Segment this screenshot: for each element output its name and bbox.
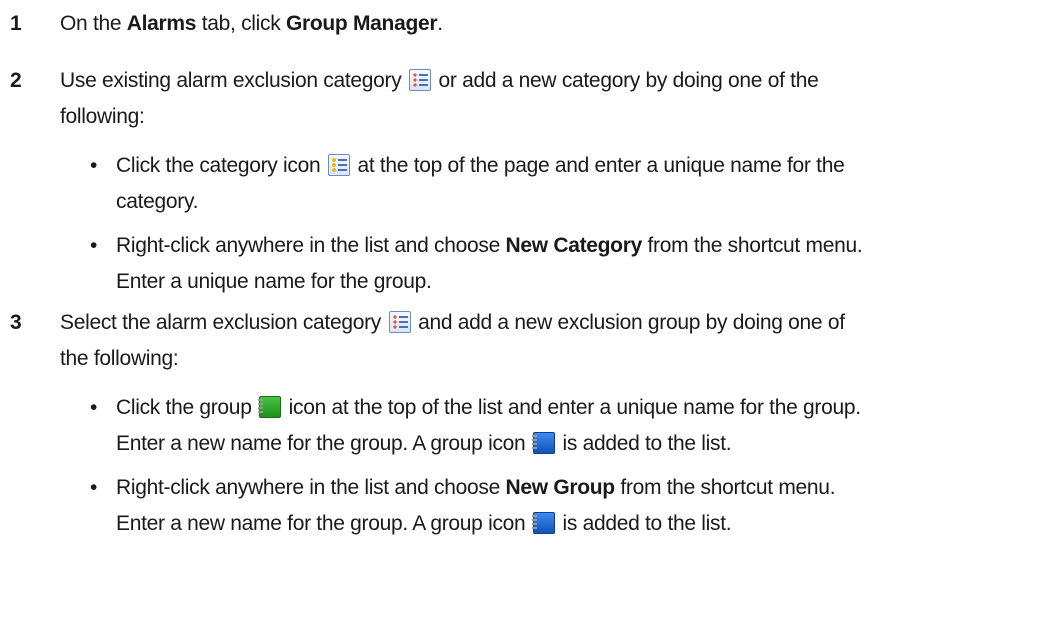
line: Use existing alarm exclusion category or… xyxy=(60,63,1022,99)
new-group-label: New Group xyxy=(505,476,616,499)
alarms-tab-label: Alarms xyxy=(126,12,197,35)
line: Click the group icon at the top of the l… xyxy=(116,390,1032,426)
instruction-document: 1 On the Alarms tab, click Group Manager… xyxy=(0,0,1052,620)
text: at the top of the page and enter a uniqu… xyxy=(351,154,845,177)
step-text: Select the alarm exclusion category and … xyxy=(60,305,1022,377)
alarm-exclusion-category-icon xyxy=(388,311,411,333)
text: Enter a new name for the group. A group … xyxy=(116,432,531,455)
text: Right-click anywhere in the list and cho… xyxy=(116,476,506,499)
bullet-glyph: • xyxy=(90,396,98,419)
text: from the shortcut menu. xyxy=(614,476,836,499)
group-icon xyxy=(531,512,555,534)
text: is added to the list. xyxy=(556,512,732,535)
step-number: 3 xyxy=(10,311,22,334)
new-category-icon xyxy=(327,154,350,176)
bullet-glyph: • xyxy=(90,234,98,257)
text: On the xyxy=(60,12,127,35)
text: Enter a new name for the group. A group … xyxy=(116,512,531,535)
bullet-text: Click the category icon at the top of th… xyxy=(116,148,1032,220)
bullet-text: Right-click anywhere in the list and cho… xyxy=(116,470,1032,542)
group-manager-label: Group Manager xyxy=(285,12,438,35)
bullet-text: Right-click anywhere in the list and cho… xyxy=(116,228,1032,300)
text: . xyxy=(437,12,443,35)
step-text: On the Alarms tab, click Group Manager. xyxy=(60,6,1022,42)
text: and add a new exclusion group by doing o… xyxy=(412,311,845,334)
text: tab, click xyxy=(196,12,286,35)
line: Enter a unique name for the group. xyxy=(116,270,432,293)
group-icon xyxy=(531,432,555,454)
text: Select the alarm exclusion category xyxy=(60,311,387,334)
line: Right-click anywhere in the list and cho… xyxy=(116,228,1032,264)
text: Right-click anywhere in the list and cho… xyxy=(116,234,506,257)
alarm-exclusion-category-icon xyxy=(408,69,431,91)
text: is added to the list. xyxy=(556,432,732,455)
step-number: 2 xyxy=(10,69,22,92)
line: Click the category icon at the top of th… xyxy=(116,148,1032,184)
line: Select the alarm exclusion category and … xyxy=(60,305,1022,341)
line: the following: xyxy=(60,347,179,370)
step-number: 1 xyxy=(10,12,22,35)
bullet-text: Click the group icon at the top of the l… xyxy=(116,390,1032,462)
new-category-label: New Category xyxy=(505,234,643,257)
text: Click the group xyxy=(116,396,258,419)
line: Right-click anywhere in the list and cho… xyxy=(116,470,1032,506)
text: icon at the top of the list and enter a … xyxy=(283,396,861,419)
new-group-icon xyxy=(258,396,282,418)
text: Use existing alarm exclusion category xyxy=(60,69,407,92)
line: Enter a new name for the group. A group … xyxy=(116,506,1032,542)
line: Enter a new name for the group. A group … xyxy=(116,426,1032,462)
line: following: xyxy=(60,105,145,128)
bullet-glyph: • xyxy=(90,476,98,499)
bullet-glyph: • xyxy=(90,154,98,177)
text: or add a new category by doing one of th… xyxy=(432,69,819,92)
text: Click the category icon xyxy=(116,154,326,177)
text: from the shortcut menu. xyxy=(641,234,863,257)
line: category. xyxy=(116,190,199,213)
step-text: Use existing alarm exclusion category or… xyxy=(60,63,1022,135)
